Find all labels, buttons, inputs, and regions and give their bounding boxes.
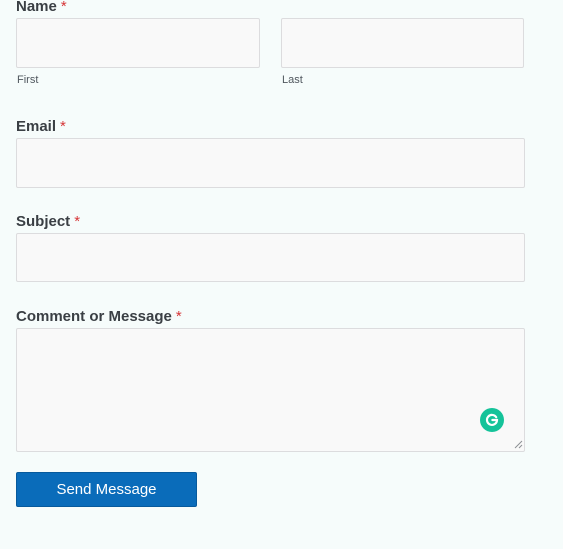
first-name-input[interactable] xyxy=(16,18,260,68)
send-message-button[interactable]: Send Message xyxy=(16,472,197,507)
last-name-sublabel: Last xyxy=(282,74,303,86)
subject-input[interactable] xyxy=(16,233,525,282)
email-label: Email * xyxy=(16,118,66,136)
message-label-text: Comment or Message xyxy=(16,308,172,325)
message-required-mark: * xyxy=(175,308,182,325)
email-label-text: Email xyxy=(16,118,57,135)
name-label-text: Name xyxy=(16,0,57,15)
email-input[interactable] xyxy=(16,138,525,188)
first-name-sublabel: First xyxy=(17,74,39,86)
name-label: Name * xyxy=(16,0,67,16)
resize-grip-icon[interactable] xyxy=(513,439,523,449)
subject-label: Subject * xyxy=(16,213,80,231)
email-required-mark: * xyxy=(60,118,66,135)
name-required-mark: * xyxy=(60,0,67,15)
subject-label-text: Subject xyxy=(16,213,71,230)
grammarly-g-glyph xyxy=(485,413,499,426)
subject-required-mark: * xyxy=(74,213,81,230)
contact-form: Name * First Last Email * Subject * Comment… xyxy=(0,0,563,549)
grammarly-icon[interactable] xyxy=(480,408,504,432)
message-label: Comment or Message * xyxy=(16,308,182,326)
message-textarea[interactable] xyxy=(16,328,525,452)
last-name-input[interactable] xyxy=(281,18,524,68)
